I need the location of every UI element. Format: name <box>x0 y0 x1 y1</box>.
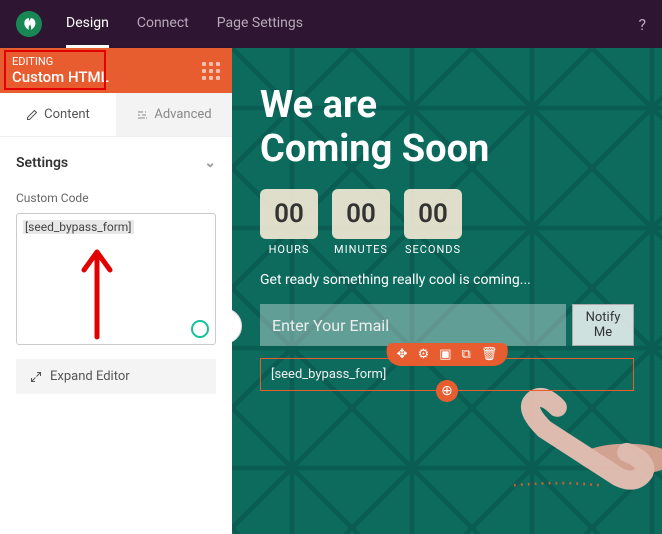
nav-tab-page-settings[interactable]: Page Settings <box>217 1 303 48</box>
settings-section[interactable]: Settings ⌄ <box>0 137 232 181</box>
code-content: [seed_bypass_form] <box>23 220 134 234</box>
expand-icon <box>30 371 42 383</box>
move-icon[interactable]: ✥ <box>397 347 408 362</box>
nav-tab-design[interactable]: Design <box>66 1 109 48</box>
shortcode-text: [seed_bypass_form] <box>271 367 386 382</box>
nav-tab-connect[interactable]: Connect <box>137 1 189 48</box>
collapse-sidebar-handle[interactable]: ‹ <box>232 308 242 344</box>
delete-icon[interactable]: 🗑 <box>481 347 498 362</box>
countdown-hours: 00 HOURS <box>260 189 318 256</box>
custom-code-textarea[interactable]: [seed_bypass_form] <box>16 213 216 345</box>
nav-tabs: Design Connect Page Settings <box>66 1 303 48</box>
help-icon[interactable]: ? <box>638 15 646 34</box>
top-bar: Design Connect Page Settings ? <box>0 0 662 48</box>
editor-sidebar: EDITING Custom HTML Content Advanced Set… <box>0 48 232 534</box>
add-block-button[interactable]: ⊕ <box>436 380 458 402</box>
selection-toolbar: ✥ ⚙ ▣ ⧉ 🗑 <box>387 343 508 366</box>
editor-header: EDITING Custom HTML <box>0 48 232 93</box>
grammarly-icon[interactable] <box>191 320 209 338</box>
annotation-arrow <box>72 242 122 342</box>
notify-button[interactable]: Notify Me <box>572 304 634 346</box>
editing-label: EDITING <box>12 55 109 68</box>
countdown-minutes: 00 MINUTES <box>332 189 390 256</box>
block-title: Custom HTML <box>12 68 109 86</box>
subtab-advanced[interactable]: Advanced <box>116 93 232 136</box>
email-input[interactable] <box>260 304 566 346</box>
field-label-custom-code: Custom Code <box>0 191 232 205</box>
hero-heading: We areComing Soon <box>260 84 634 171</box>
sliders-icon <box>136 109 148 121</box>
chevron-down-icon: ⌄ <box>204 155 216 171</box>
email-form: Notify Me <box>260 304 634 346</box>
pencil-icon <box>26 109 38 121</box>
drag-handle-icon[interactable] <box>202 62 220 80</box>
duplicate-icon[interactable]: ⧉ <box>462 347 471 362</box>
save-icon[interactable]: ▣ <box>439 347 451 362</box>
selected-shortcode-block[interactable]: ✥ ⚙ ▣ ⧉ 🗑 [seed_bypass_form] ⊕ <box>260 358 634 391</box>
subtab-content[interactable]: Content <box>0 93 116 136</box>
countdown-seconds: 00 SECONDS <box>404 189 462 256</box>
section-title: Settings <box>16 155 68 171</box>
expand-editor-button[interactable]: Expand Editor <box>16 359 216 394</box>
app-logo[interactable] <box>16 11 42 37</box>
countdown-row: 00 HOURS 00 MINUTES 00 SECONDS <box>260 189 634 256</box>
editor-subtabs: Content Advanced <box>0 93 232 137</box>
page-preview: ‹ We areComing Soon 00 HOURS 00 MINUTES … <box>232 48 662 534</box>
settings-icon[interactable]: ⚙ <box>418 347 430 362</box>
tagline-text: Get ready something really cool is comin… <box>260 272 634 288</box>
